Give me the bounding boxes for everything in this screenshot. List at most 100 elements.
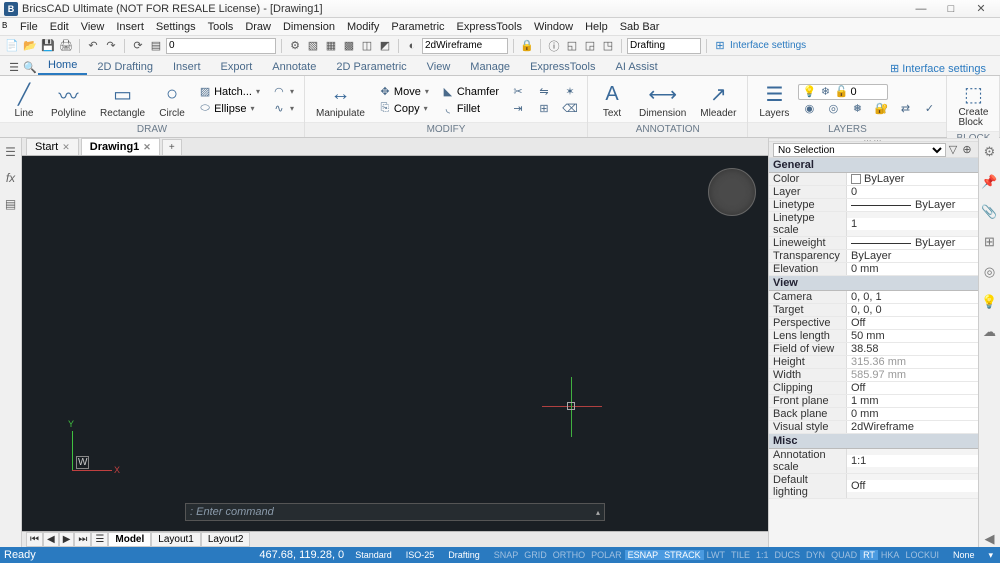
layer-quick-input[interactable] [166,38,276,54]
create-block-button[interactable]: ⬚Create Block [953,78,993,131]
prop-linetype[interactable]: LinetypeByLayer [769,199,978,212]
lookfrom-widget[interactable] [708,168,756,216]
lock-icon[interactable]: 🔒 [519,38,535,54]
interface-settings-icon[interactable]: ⊞ [712,38,728,54]
dimension-button[interactable]: ⟷Dimension [634,78,691,122]
prop-back[interactable]: Back plane0 mm [769,408,978,421]
vstyle-icon[interactable]: ◐ [404,38,420,54]
panel-collapse-icon[interactable]: ◀ [982,531,998,547]
selection-filter[interactable]: No Selection [773,143,946,157]
workspace-select[interactable] [627,38,701,54]
tab-insert[interactable]: Insert [163,58,211,75]
layers-button[interactable]: ☰Layers [754,78,794,122]
tab-export[interactable]: Export [211,58,263,75]
undo-icon[interactable]: ↶ [85,38,101,54]
refresh-icon[interactable]: ⟳ [130,38,146,54]
tab-manage[interactable]: Manage [460,58,520,75]
menu-expresstools[interactable]: ExpressTools [451,21,528,33]
save-icon[interactable]: 💾 [40,38,56,54]
status-toggle-quad[interactable]: QUAD [828,550,860,560]
circle-button[interactable]: ○Circle [154,78,190,122]
prop-vstyle[interactable]: Visual style2dWireframe [769,421,978,434]
status-toggle-lockui[interactable]: LOCKUI [902,550,942,560]
mirror-button[interactable]: ⇋ [533,84,555,100]
menu-settings[interactable]: Settings [150,21,202,33]
prop-ltscale[interactable]: Linetype scale1 [769,212,978,237]
menu-parametric[interactable]: Parametric [385,21,450,33]
ribbon-menu-icon[interactable]: ☰ [6,59,22,75]
prop-elevation[interactable]: Elevation0 mm [769,263,978,276]
status-toggle-snap[interactable]: SNAP [491,550,522,560]
tool5-icon[interactable]: ◫ [359,38,375,54]
panel-grid-icon[interactable]: ⊞ [982,234,998,250]
status-toggle-lwt[interactable]: LWT [704,550,728,560]
tool4-icon[interactable]: ▩ [341,38,357,54]
tab-expresstools[interactable]: ExpressTools [520,58,605,75]
tab-drawing1[interactable]: Drawing1✕ [81,138,160,155]
prop-width[interactable]: Width585.97 mm [769,369,978,382]
extend-button[interactable]: ⇥ [507,101,529,117]
manipulate-button[interactable]: ↔Manipulate [311,78,370,122]
status-iso[interactable]: ISO-25 [403,550,438,560]
panel-attach-icon[interactable]: 📎 [982,204,998,220]
visual-style-select[interactable] [422,38,508,54]
status-toggle-ortho[interactable]: ORTHO [550,550,588,560]
section-general[interactable]: General [769,158,978,173]
layer-tool4[interactable]: 🔐 [870,101,892,117]
spline-button[interactable]: ∿▾ [268,101,298,117]
print-icon[interactable]: 🖨 [58,38,74,54]
menu-draw[interactable]: Draw [239,21,277,33]
trim-button[interactable]: ✂ [507,84,529,100]
tab-layout2[interactable]: Layout2 [201,532,251,547]
menu-modify[interactable]: Modify [341,21,385,33]
panel-settings-icon[interactable]: ⚙ [982,144,998,160]
interface-settings-link[interactable]: Interface settings [730,40,806,51]
section-misc[interactable]: Misc [769,434,978,449]
prop-target[interactable]: Target0, 0, 0 [769,304,978,317]
sel2-icon[interactable]: ◲ [582,38,598,54]
open-icon[interactable]: 📂 [22,38,38,54]
panel-structure-icon[interactable]: ☰ [3,144,19,160]
filter-icon[interactable]: ▽ [946,143,960,157]
tab-view[interactable]: View [417,58,461,75]
info-icon[interactable]: ⓘ [546,38,562,54]
prop-lens[interactable]: Lens length50 mm [769,330,978,343]
close-icon[interactable]: ✕ [143,142,151,153]
app-menu-icon[interactable]: B [2,21,14,33]
minimize-button[interactable]: — [906,3,936,15]
tab-layout1[interactable]: Layout1 [151,532,201,547]
layout-next[interactable]: ▶ [59,532,75,547]
layer-tool5[interactable]: ⇄ [894,101,916,117]
prop-front[interactable]: Front plane1 mm [769,395,978,408]
prop-fov[interactable]: Field of view38.58 [769,343,978,356]
tool6-icon[interactable]: ◩ [377,38,393,54]
status-toggle-dyn[interactable]: DYN [803,550,828,560]
layer-icon[interactable]: ▤ [148,38,164,54]
pickadd-icon[interactable]: ⊕ [960,143,974,157]
menu-help[interactable]: Help [579,21,614,33]
menu-dimension[interactable]: Dimension [277,21,341,33]
status-toggle-hka[interactable]: HKA [878,550,903,560]
panel-target-icon[interactable]: ◎ [982,264,998,280]
new-icon[interactable]: 📄 [4,38,20,54]
rectangle-button[interactable]: ▭Rectangle [95,78,150,122]
status-standard[interactable]: Standard [352,550,395,560]
tool1-icon[interactable]: ⚙ [287,38,303,54]
status-toggle-grid[interactable]: GRID [521,550,550,560]
layer-tool2[interactable]: ◎ [822,101,844,117]
layout-prev[interactable]: ◀ [43,532,59,547]
panel-fx-icon[interactable]: fx [3,170,19,186]
menu-sabbar[interactable]: Sab Bar [614,21,666,33]
tool2-icon[interactable]: ▧ [305,38,321,54]
menu-file[interactable]: File [14,21,44,33]
mleader-button[interactable]: ↗Mleader [695,78,741,122]
command-expand-icon[interactable]: ▴ [596,508,600,517]
status-none[interactable]: None [950,550,978,560]
prop-transparency[interactable]: TransparencyByLayer [769,250,978,263]
copy-button[interactable]: ⎘Copy▾ [374,101,433,117]
section-view[interactable]: View [769,276,978,291]
interface-settings-button[interactable]: ⊞Interface settings [890,62,994,75]
layer-tool1[interactable]: ◉ [798,101,820,117]
menu-insert[interactable]: Insert [110,21,150,33]
close-button[interactable]: ✕ [966,2,996,15]
